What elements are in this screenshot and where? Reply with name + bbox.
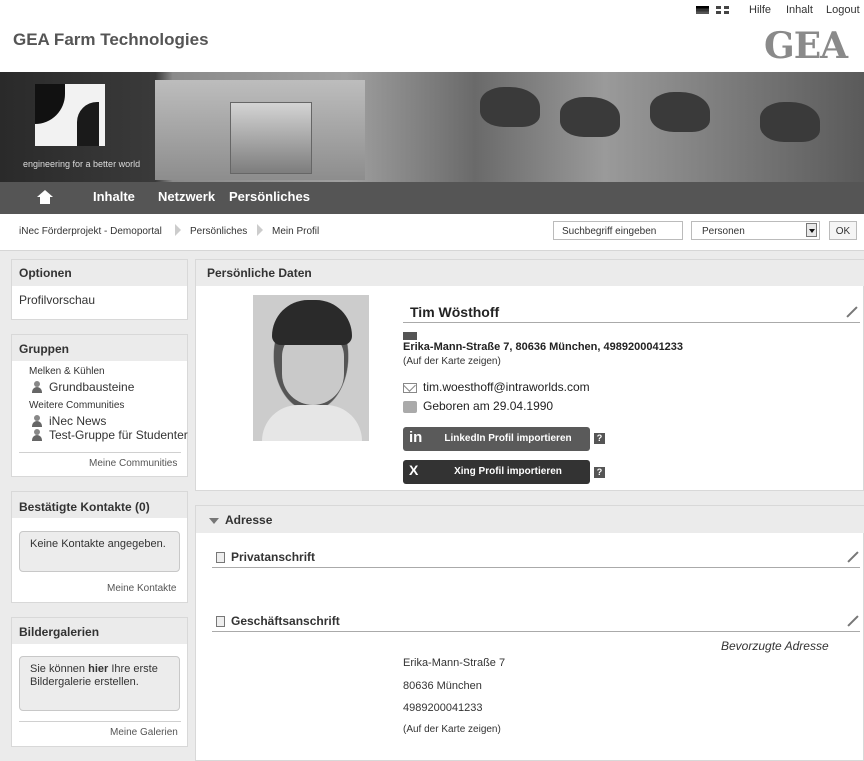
gea-logo[interactable]: GEA (764, 28, 848, 64)
uk-flag-icon[interactable] (716, 6, 729, 14)
help-link[interactable]: Hilfe (749, 4, 771, 16)
tagline: engineering for a better world (23, 159, 141, 169)
search-ok-button[interactable]: OK (829, 221, 857, 240)
options-title: Optionen (19, 266, 72, 280)
top-utility-bar: Hilfe Inhalt Logout (0, 0, 864, 20)
content-link[interactable]: Inhalt (786, 4, 813, 16)
email-icon (403, 383, 417, 393)
document-icon (216, 552, 225, 563)
xing-icon: X (409, 462, 419, 478)
personal-data-title: Persönliche Daten (207, 266, 312, 280)
preferred-address-label: Bevorzugte Adresse (721, 639, 829, 653)
home-icon[interactable] (37, 190, 53, 204)
german-flag-icon[interactable] (696, 6, 709, 14)
my-communities-link[interactable]: Meine Communities (89, 458, 177, 469)
private-address-heading: Privatanschrift (231, 550, 316, 564)
document-icon (216, 616, 225, 627)
show-on-map-link[interactable]: (Auf der Karte zeigen) (403, 724, 501, 735)
nav-item-netzwerk[interactable]: Netzwerk (158, 189, 215, 204)
my-contacts-link[interactable]: Meine Kontakte (107, 583, 177, 594)
birthday-cake-icon (403, 401, 417, 413)
group-icon (31, 415, 43, 427)
galleries-title: Bildergalerien (19, 625, 100, 639)
group-category: Melken & Kühlen (29, 366, 105, 377)
contacts-empty-message: Keine Kontakte angegeben. (19, 531, 180, 572)
group-link-test-gruppe[interactable]: Test-Gruppe für Studenter (49, 428, 188, 442)
cow-head-image (560, 97, 620, 137)
profile-name: Tim Wösthoff (410, 304, 500, 320)
galleries-message: Sie können hier Ihre erste Bildergalerie… (19, 656, 180, 711)
group-link-inec-news[interactable]: iNec News (49, 414, 106, 428)
profile-email[interactable]: tim.woesthoff@intraworlds.com (423, 380, 590, 394)
profile-address: Erika-Mann-Straße 7, 80636 München, 4989… (403, 341, 684, 353)
business-address-heading: Geschäftsanschrift (231, 614, 340, 628)
profile-preview-link[interactable]: Profilvorschau (19, 293, 95, 307)
search-input[interactable]: Suchbegriff eingeben (553, 221, 683, 240)
search-scope-select[interactable]: Personen (691, 221, 820, 240)
create-gallery-link[interactable]: hier (88, 663, 108, 675)
address-title[interactable]: Adresse (225, 513, 272, 527)
breadcrumb-current: Mein Profil (272, 226, 320, 237)
cow-head-image (760, 102, 820, 142)
linkedin-import-button[interactable]: in LinkedIn Profil importieren (403, 427, 590, 451)
group-icon (31, 429, 43, 441)
help-icon[interactable]: ? (594, 433, 605, 444)
address-city: 80636 München (403, 680, 482, 692)
linkedin-icon: in (409, 429, 423, 446)
contacts-title: Bestätigte Kontakte (0) (19, 500, 150, 514)
nav-item-persoenliches[interactable]: Persönliches (229, 189, 310, 204)
group-category: Weitere Communities (29, 400, 125, 411)
breadcrumb-item[interactable]: iNec Förderprojekt - Demoportal (19, 226, 162, 237)
profile-birthdate: Geboren am 29.04.1990 (423, 399, 554, 413)
cow-pattern-image (35, 84, 105, 146)
my-galleries-link[interactable]: Meine Galerien (110, 727, 178, 738)
xing-import-button[interactable]: X Xing Profil importieren (403, 460, 590, 484)
chevron-down-icon[interactable] (806, 223, 817, 237)
brand-title[interactable]: GEA Farm Technologies (13, 30, 209, 50)
logout-link[interactable]: Logout (826, 4, 860, 16)
address-street: Erika-Mann-Straße 7 (403, 657, 506, 669)
header-banner: engineering for a better world (0, 72, 864, 182)
address-panel (195, 505, 864, 761)
breadcrumb-separator-icon (175, 224, 181, 236)
collapse-triangle-icon[interactable] (209, 518, 219, 524)
help-icon[interactable]: ? (594, 467, 605, 478)
nav-item-inhalte[interactable]: Inhalte (93, 189, 135, 204)
company-icon (403, 332, 417, 340)
cow-head-image (650, 92, 710, 132)
breadcrumb-separator-icon (257, 224, 263, 236)
machine-door-image (230, 102, 312, 174)
breadcrumb-item[interactable]: Persönliches (190, 226, 247, 237)
groups-title: Gruppen (19, 342, 69, 356)
group-icon (31, 381, 43, 393)
address-phone: 4989200041233 (403, 702, 483, 714)
cow-head-image (480, 87, 540, 127)
show-on-map-link[interactable]: (Auf der Karte zeigen) (403, 356, 501, 367)
group-link-grundbausteine[interactable]: Grundbausteine (49, 380, 134, 394)
